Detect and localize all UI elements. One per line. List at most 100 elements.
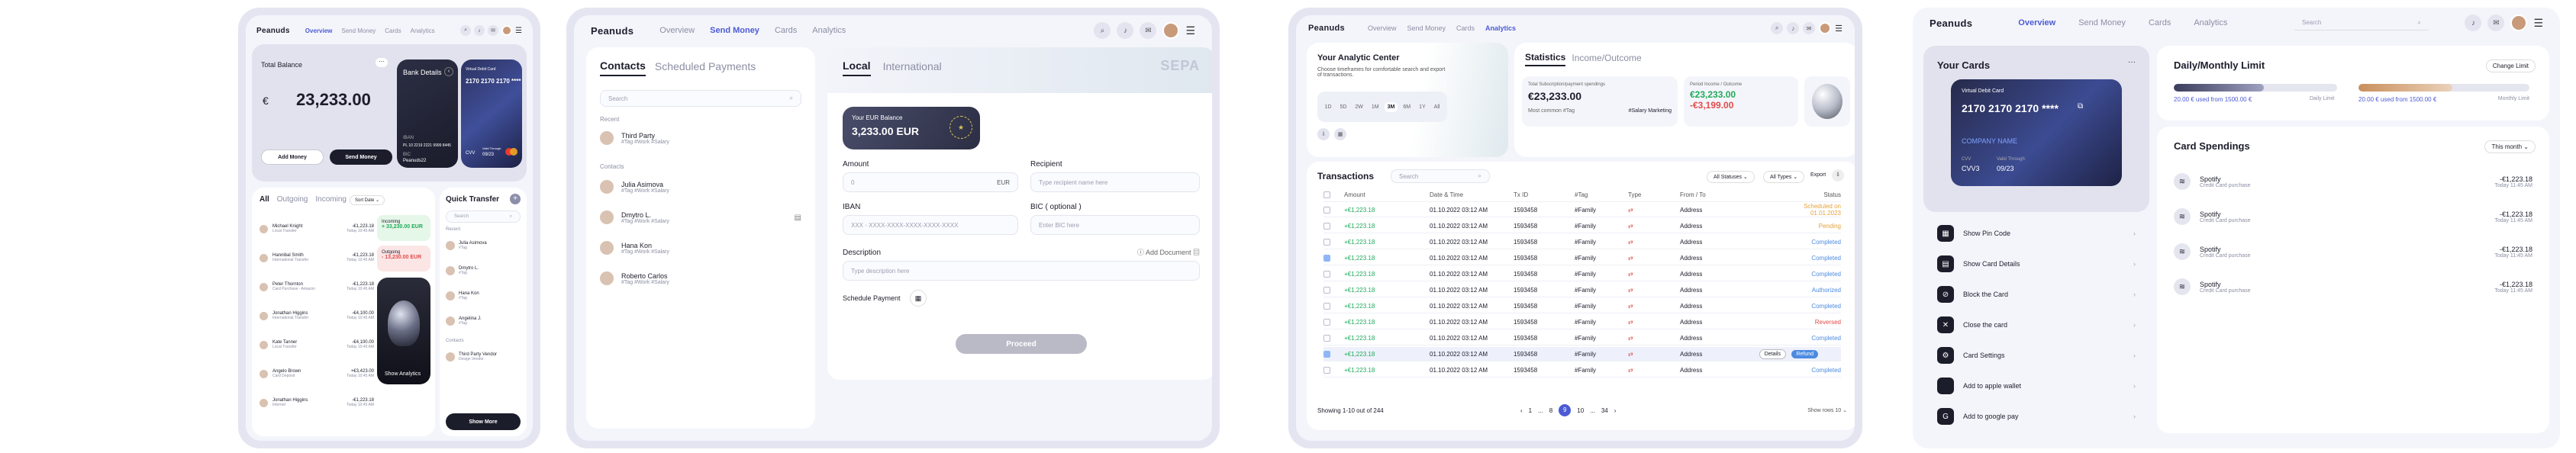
tx-row[interactable]: Jonathan Higgins International Transfer -€… xyxy=(260,304,374,328)
recipient-input[interactable]: Type recipient name here xyxy=(1030,172,1200,192)
nav-analytics[interactable]: Analytics xyxy=(812,26,846,35)
table-row[interactable]: +€1,223.18 01.10.2022 03:12 AM 1593458 #Fam… xyxy=(1323,267,1841,281)
row-checkbox[interactable] xyxy=(1323,318,1330,326)
table-row[interactable]: +€1,223.18 01.10.2022 03:12 AM 1593458 #Fam… xyxy=(1323,283,1841,297)
tab-incoming[interactable]: Incoming xyxy=(315,195,347,204)
card-action-row[interactable]: ⚙ Card Settings › xyxy=(1937,340,2136,371)
nav-overview[interactable]: Overview xyxy=(659,26,695,35)
prev-page-icon[interactable]: ‹ xyxy=(1520,407,1523,414)
send-money-button[interactable]: Send Money xyxy=(330,149,392,165)
row-checkbox[interactable] xyxy=(1323,238,1330,246)
card-action-row[interactable]: ✕ Close the card › xyxy=(1937,310,2136,340)
arrow-icon[interactable]: ‹ xyxy=(444,67,453,76)
iban-input[interactable]: XXX - XXXX-XXXX-XXXX-XXXX-XXXX xyxy=(843,215,1018,235)
row-checkbox[interactable] xyxy=(1323,206,1330,214)
row-checkbox[interactable] xyxy=(1323,334,1330,342)
timeframe-1d[interactable]: 1D xyxy=(1322,102,1335,112)
table-row[interactable]: +€1,223.18 01.10.2022 03:12 AM 1593458 #Fam… xyxy=(1323,363,1841,378)
nav-send-money[interactable]: Send Money xyxy=(341,27,376,34)
nav-overview[interactable]: Overview xyxy=(1368,24,1397,32)
nav-analytics[interactable]: Analytics xyxy=(2194,18,2227,27)
menu-icon[interactable]: ☰ xyxy=(2533,17,2543,30)
chat-icon[interactable]: ✉ xyxy=(488,25,499,36)
show-more-button[interactable]: Show More xyxy=(446,413,521,430)
menu-icon[interactable]: ☰ xyxy=(1835,24,1843,34)
table-row[interactable]: +€1,223.18 01.10.2022 03:12 AM 1593458 #Fam… xyxy=(1323,315,1841,329)
type-filter[interactable]: All Types ⌄ xyxy=(1763,171,1805,183)
chat-icon[interactable]: ✉ xyxy=(1803,22,1816,34)
tab-all[interactable]: All xyxy=(260,195,269,204)
bell-icon[interactable]: ♪ xyxy=(2465,14,2482,31)
row-checkbox[interactable] xyxy=(1323,366,1330,374)
details-button[interactable]: Details xyxy=(1759,349,1786,359)
nav-analytics[interactable]: Analytics xyxy=(1485,24,1516,32)
page-8[interactable]: 8 xyxy=(1549,407,1552,414)
card-action-row[interactable]: ⊘ Block the Card › xyxy=(1937,279,2136,310)
nav-analytics[interactable]: Analytics xyxy=(411,27,435,34)
calendar-icon[interactable]: ▦ xyxy=(910,290,927,307)
menu-icon[interactable]: ☰ xyxy=(1185,24,1195,37)
refund-button[interactable]: Refund xyxy=(1791,349,1818,358)
qt-contact-row[interactable]: Third Party Vendor Design Vendor xyxy=(446,346,521,368)
more-icon[interactable]: ··· xyxy=(376,58,388,67)
bell-icon[interactable]: ♪ xyxy=(1787,22,1800,34)
col-status[interactable]: Status xyxy=(1788,191,1841,198)
card-action-row[interactable]: G Add to google pay › xyxy=(1937,401,2136,432)
bic-input[interactable]: Enter BIC here xyxy=(1030,215,1200,235)
contacts-search-input[interactable]: Search ⌕ xyxy=(600,90,801,107)
show-analytics-label[interactable]: Show Analytics xyxy=(385,371,421,377)
contact-row[interactable]: Roberto Carlos #Tag #Work #Salary xyxy=(600,265,801,291)
qt-search-input[interactable]: Search ⌕ xyxy=(446,210,521,223)
spend-filter[interactable]: This month ⌄ xyxy=(2484,140,2536,153)
description-input[interactable]: Type description here xyxy=(843,261,1200,281)
contact-row[interactable]: Julia Asimova #Tag #Work #Salary xyxy=(600,174,801,200)
tx-row[interactable]: Angelo Brown Card Deposit +€3,423.00 Today … xyxy=(260,361,374,386)
row-checkbox[interactable] xyxy=(1323,286,1330,294)
document-icon[interactable]: ▤ xyxy=(795,214,801,222)
qt-recent-row[interactable]: Julia Asimova #Tag xyxy=(446,235,521,256)
tx-row[interactable]: Kate Tanner Local Transfer -€4,100.00 Today… xyxy=(260,333,374,357)
spend-row[interactable]: ≋ Spotify Credit Card purchase -€1,223.18 To… xyxy=(2174,200,2532,233)
card-action-row[interactable]: Add to apple wallet › xyxy=(1937,371,2136,401)
col-type[interactable]: Type xyxy=(1628,191,1680,198)
tab-statistics[interactable]: Statistics xyxy=(1525,52,1566,66)
sort-select[interactable]: Sort Date ⌄ xyxy=(350,195,385,205)
nav-overview[interactable]: Overview xyxy=(305,27,333,34)
nav-send-money[interactable]: Send Money xyxy=(710,26,759,35)
contact-row[interactable]: Hana Kon #Tag #Work #Salary xyxy=(600,235,801,261)
page-34[interactable]: 34 xyxy=(1601,407,1608,414)
row-checkbox[interactable] xyxy=(1323,270,1330,278)
table-row[interactable]: +€1,223.18 01.10.2022 03:12 AM 1593458 #Fam… xyxy=(1323,299,1841,313)
proceed-button[interactable]: Proceed xyxy=(956,334,1087,354)
bank-details-card[interactable]: Bank Details ‹ IBAN PL 10 2219 2221 9999… xyxy=(397,59,458,168)
next-page-icon[interactable]: › xyxy=(1614,407,1617,414)
spend-row[interactable]: ≋ Spotify Credit Card purchase -€1,223.18 To… xyxy=(2174,165,2532,198)
tx-row[interactable]: Michael Knight Local Transfer -€1,223.18 To… xyxy=(260,217,374,241)
table-row[interactable]: +€1,223.18 01.10.2022 03:12 AM 1593458 #Fam… xyxy=(1323,203,1841,217)
nav-send-money[interactable]: Send Money xyxy=(1407,24,1446,32)
timeframe-all[interactable]: All xyxy=(1431,102,1443,112)
page-10[interactable]: 10 xyxy=(1577,407,1584,414)
nav-send-money[interactable]: Send Money xyxy=(2078,18,2126,27)
tab-scheduled[interactable]: Scheduled Payments xyxy=(655,60,756,76)
search-icon[interactable]: ⌕ xyxy=(1771,22,1784,34)
bell-icon[interactable]: ♪ xyxy=(474,25,485,36)
contact-row[interactable]: Third Party #Tag #Work #Salary xyxy=(600,125,801,151)
calendar-icon[interactable]: ▦ xyxy=(1334,128,1346,140)
export-button[interactable]: Export xyxy=(1810,172,1826,178)
qt-recent-row[interactable]: Angelina J. #Tag xyxy=(446,310,521,332)
timeframe-5d[interactable]: 5D xyxy=(1336,102,1349,112)
card-action-row[interactable]: ▦ Show Pin Code › xyxy=(1937,218,2136,249)
timeframe-1y[interactable]: 1Y xyxy=(1416,102,1429,112)
col-amount[interactable]: Amount xyxy=(1344,191,1430,198)
table-row[interactable]: +€1,223.18 01.10.2022 03:12 AM 1593458 #Fam… xyxy=(1323,251,1841,265)
tab-income-outcome[interactable]: Income/Outcome xyxy=(1572,53,1641,66)
tab-international[interactable]: International xyxy=(883,60,942,76)
page-1[interactable]: 1 xyxy=(1529,407,1532,414)
col-from-to[interactable]: From / To xyxy=(1680,191,1741,198)
nav-cards[interactable]: Cards xyxy=(775,26,797,35)
download-icon[interactable]: ⇩ xyxy=(1317,128,1330,140)
col-tag[interactable]: #Tag xyxy=(1575,191,1628,198)
qt-recent-row[interactable]: Dmytro L. #Tag xyxy=(446,260,521,281)
nav-cards[interactable]: Cards xyxy=(1456,24,1475,32)
